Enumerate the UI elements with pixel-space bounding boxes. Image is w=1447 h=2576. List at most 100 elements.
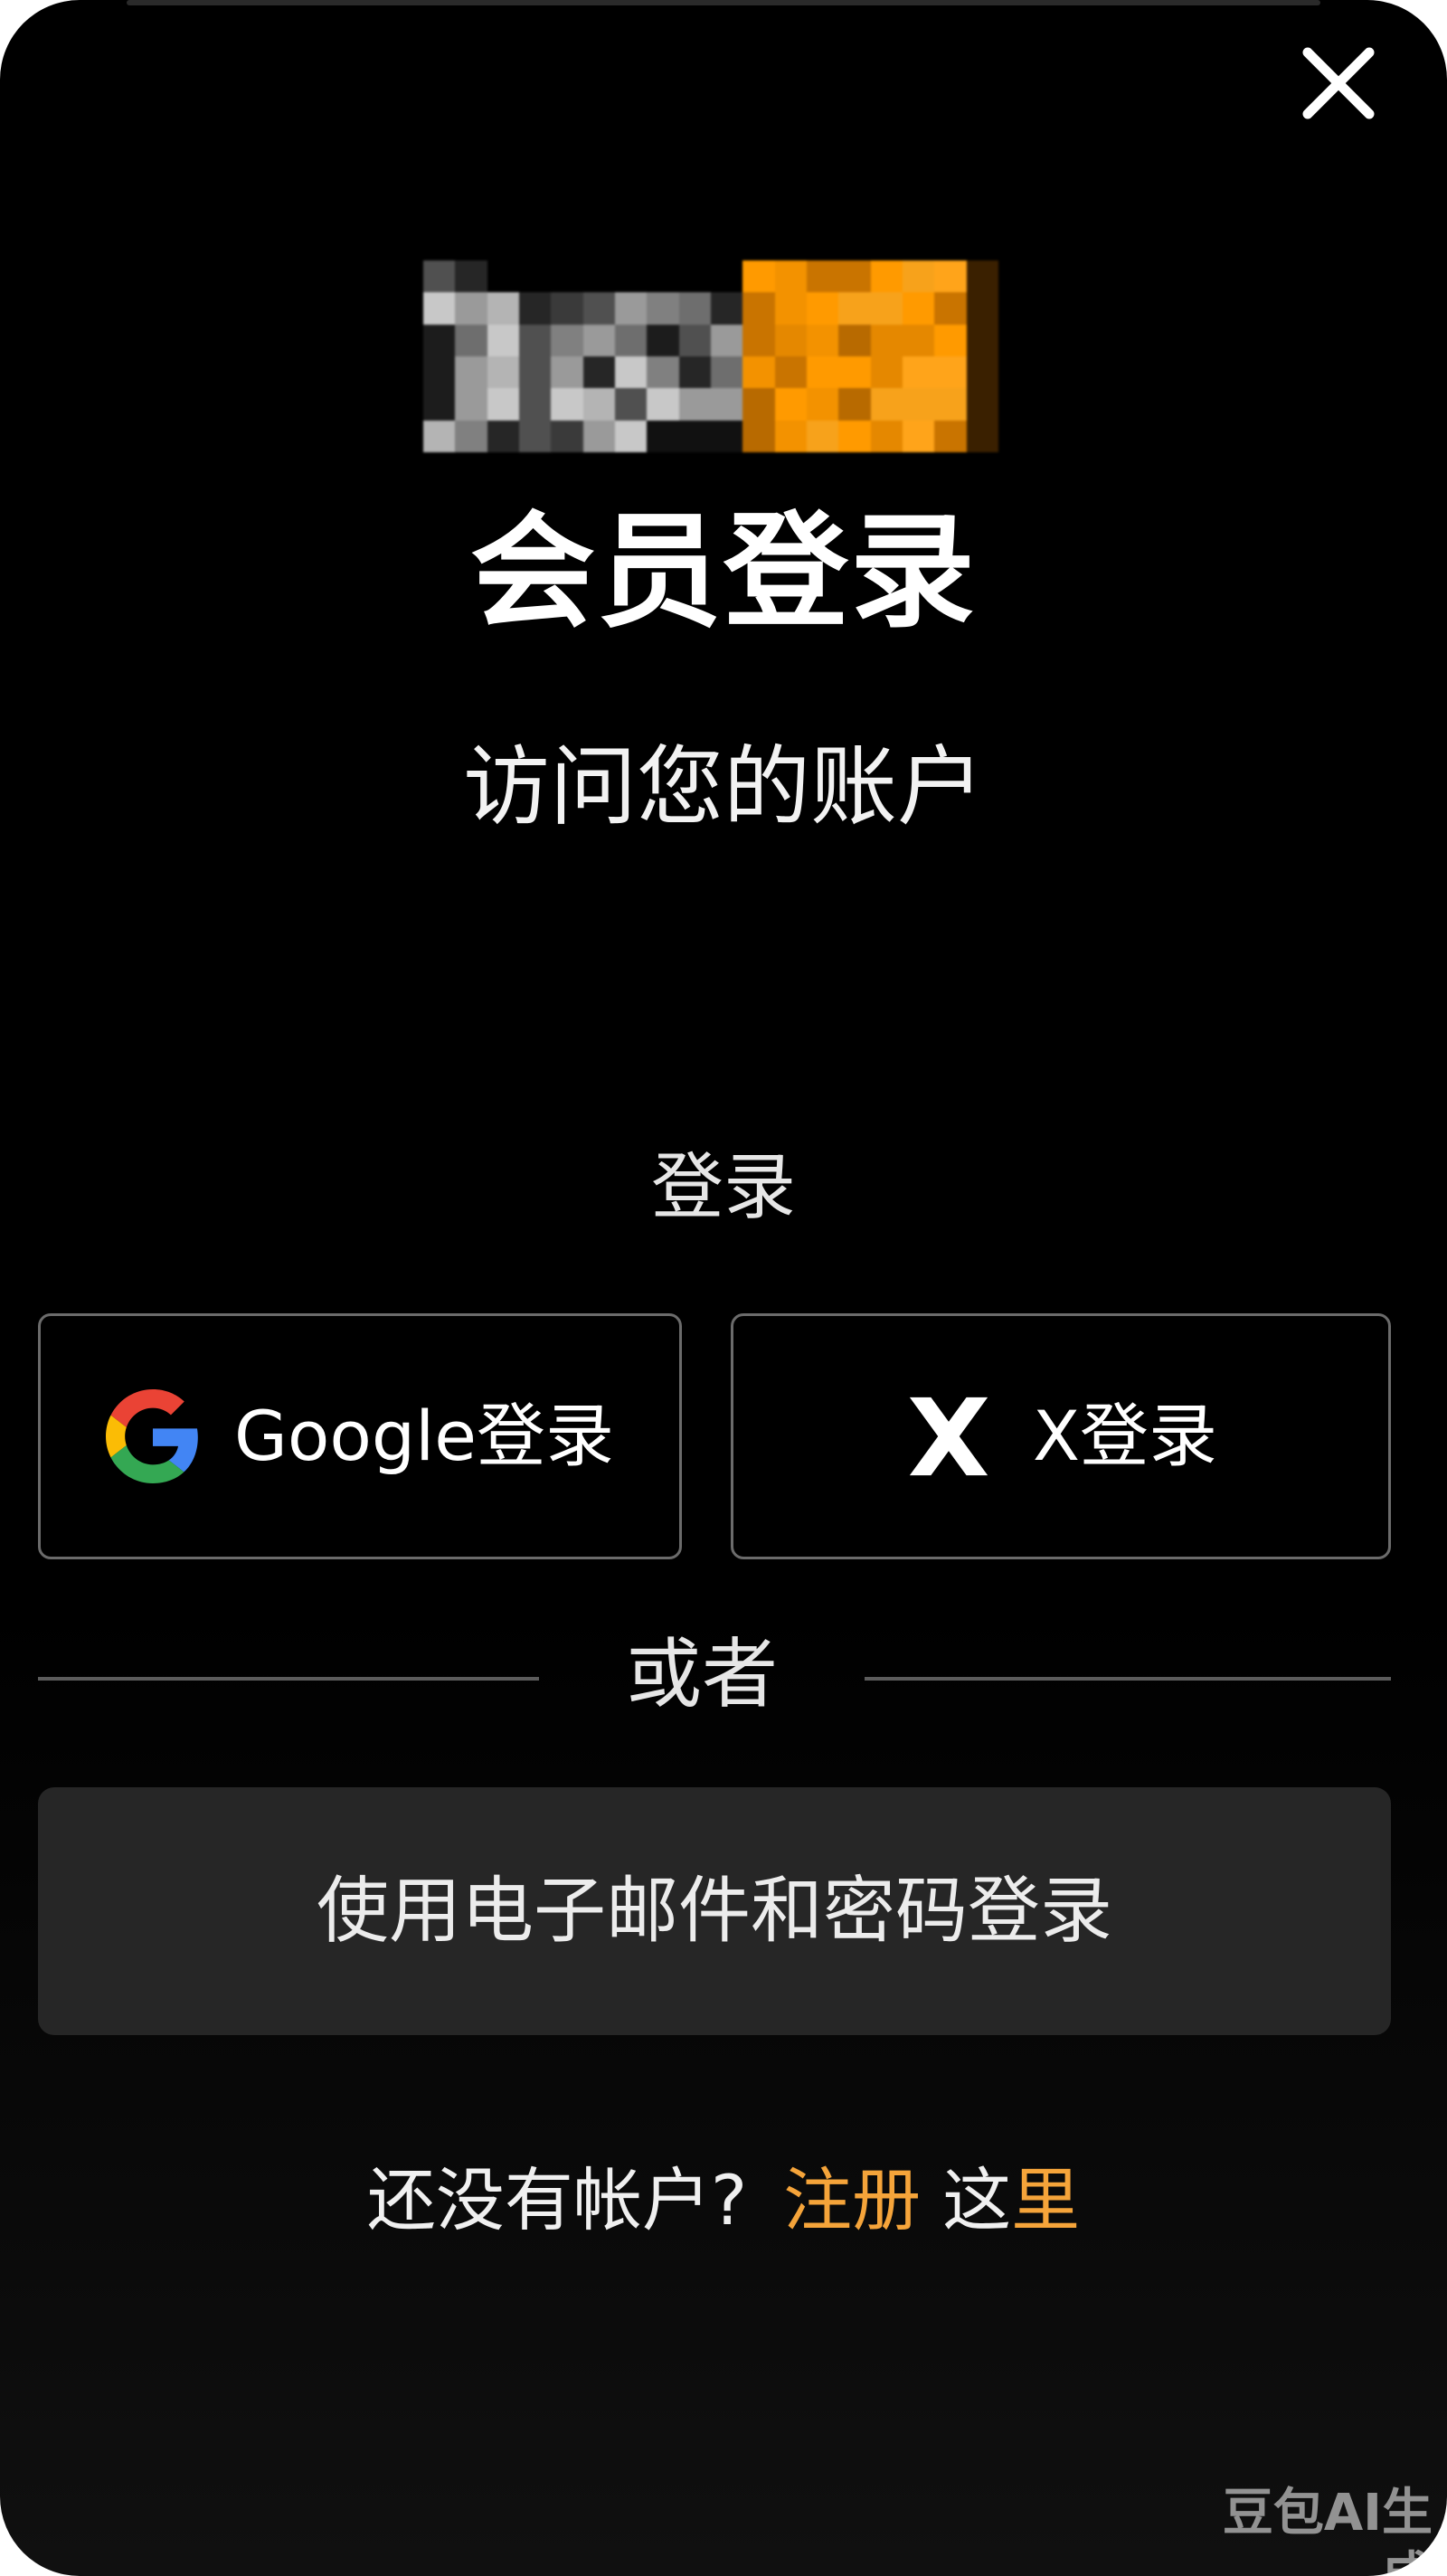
logo-pixel: [806, 324, 839, 356]
logo-pixel: [710, 355, 743, 389]
logo-pixel: [647, 292, 679, 325]
logo-pixel: [870, 355, 903, 389]
login-dialog: 会员登录 访问您的账户 登录 Google登录 X登录 或者 使用电子邮件和密码…: [0, 0, 1447, 2576]
logo-pixel: [742, 388, 775, 421]
logo-pixel: [902, 388, 935, 421]
logo-pixel: [647, 260, 679, 293]
divider-line-right: [865, 1677, 1391, 1681]
logo-pixel: [423, 292, 456, 325]
logo-pixel: [487, 292, 519, 325]
logo-pixel: [838, 260, 871, 293]
logo-pixel: [870, 292, 903, 325]
logo-pixel: [838, 292, 871, 325]
email-password-login-button[interactable]: 使用电子邮件和密码登录: [38, 1787, 1391, 2035]
logo-pixel: [678, 260, 711, 293]
logo-pixel: [710, 324, 743, 356]
logo-pixel: [774, 388, 807, 421]
logo-pixel: [614, 420, 648, 452]
logo-pixel: [455, 292, 487, 325]
close-button[interactable]: [1295, 40, 1382, 127]
logo-pixel: [678, 324, 711, 356]
login-section-label: 登录: [651, 1145, 796, 1229]
logo-pixel: [838, 420, 871, 452]
logo-pixel: [582, 292, 615, 325]
logo-pixel: [742, 420, 775, 452]
logo-pixel: [614, 324, 648, 356]
x-icon: [909, 1397, 988, 1476]
logo-pixel: [966, 324, 998, 356]
logo-pixel: [838, 388, 871, 421]
logo-pixel: [806, 292, 839, 325]
logo-pixel: [614, 388, 648, 421]
logo-pixel: [934, 355, 967, 389]
logo-pixel: [614, 355, 648, 389]
logo-pixel: [966, 292, 998, 325]
logo-pixel: [966, 260, 998, 293]
logo-pixel: [647, 420, 679, 452]
logo-pixel: [518, 420, 552, 452]
logo-pixel: [710, 292, 743, 325]
logo-pixel: [551, 355, 583, 389]
logo-pixel: [774, 292, 807, 325]
logo-pixel: [455, 355, 487, 389]
logo-pixel: [870, 388, 903, 421]
logo-pixel: [582, 420, 615, 452]
email-login-label: 使用电子邮件和密码登录: [317, 1869, 1112, 1953]
logo-pixel: [551, 292, 583, 325]
logo-pixel: [551, 388, 583, 421]
logo-pixel: [934, 420, 967, 452]
logo-pixel: [551, 324, 583, 356]
logo-pixel: [806, 260, 839, 293]
logo-pixel: [934, 324, 967, 356]
logo-pixel: [902, 324, 935, 356]
logo-pixel: [838, 324, 871, 356]
logo-pixel: [710, 260, 743, 293]
logo-pixel: [487, 260, 519, 293]
logo-pixel: [455, 388, 487, 421]
logo-pixel: [582, 324, 615, 356]
logo-pixel: [487, 324, 519, 356]
logo-pixel: [551, 420, 583, 452]
logo-pixel: [614, 292, 648, 325]
logo-pixel: [742, 355, 775, 389]
x-login-button[interactable]: X登录: [731, 1313, 1391, 1559]
logo-pixel: [870, 260, 903, 293]
logo-pixel: [934, 388, 967, 421]
logo-pixel: [455, 324, 487, 356]
logo-pixel: [902, 355, 935, 389]
logo-pixel: [518, 292, 552, 325]
logo-pixel: [966, 420, 998, 452]
signup-link[interactable]: 注册: [783, 2160, 921, 2240]
logo-pixel: [551, 260, 583, 293]
logo-pixel: [518, 260, 552, 293]
logo-pixel: [614, 260, 648, 293]
here-suffix: 里: [1011, 2160, 1081, 2240]
top-edge: [127, 0, 1320, 5]
logo-pixel: [774, 260, 807, 293]
google-login-button[interactable]: Google登录: [38, 1313, 682, 1559]
here-prefix: 这: [942, 2160, 1012, 2240]
logo-pixel: [870, 420, 903, 452]
logo-pixel: [647, 355, 679, 389]
signup-prompt: 还没有帐户?: [366, 2160, 748, 2240]
google-login-label: Google登录: [233, 1396, 614, 1476]
logo-pixel: [774, 420, 807, 452]
logo-pixel: [647, 388, 679, 421]
logo-pixel: [518, 355, 552, 389]
brand-logo-pixelated: [423, 260, 998, 452]
logo-pixel: [742, 260, 775, 293]
logo-pixel: [806, 355, 839, 389]
google-icon: [105, 1389, 198, 1483]
divider-label: 或者: [625, 1630, 778, 1719]
logo-pixel: [870, 324, 903, 356]
page-subtitle: 访问您的账户: [463, 736, 984, 838]
logo-pixel: [423, 420, 456, 452]
logo-pixel: [710, 420, 743, 452]
logo-pixel: [582, 388, 615, 421]
logo-pixel: [902, 420, 935, 452]
logo-pixel: [423, 324, 456, 356]
logo-pixel: [455, 420, 487, 452]
logo-pixel: [647, 324, 679, 356]
logo-pixel: [774, 355, 807, 389]
here-link[interactable]: 这里: [942, 2160, 1080, 2240]
